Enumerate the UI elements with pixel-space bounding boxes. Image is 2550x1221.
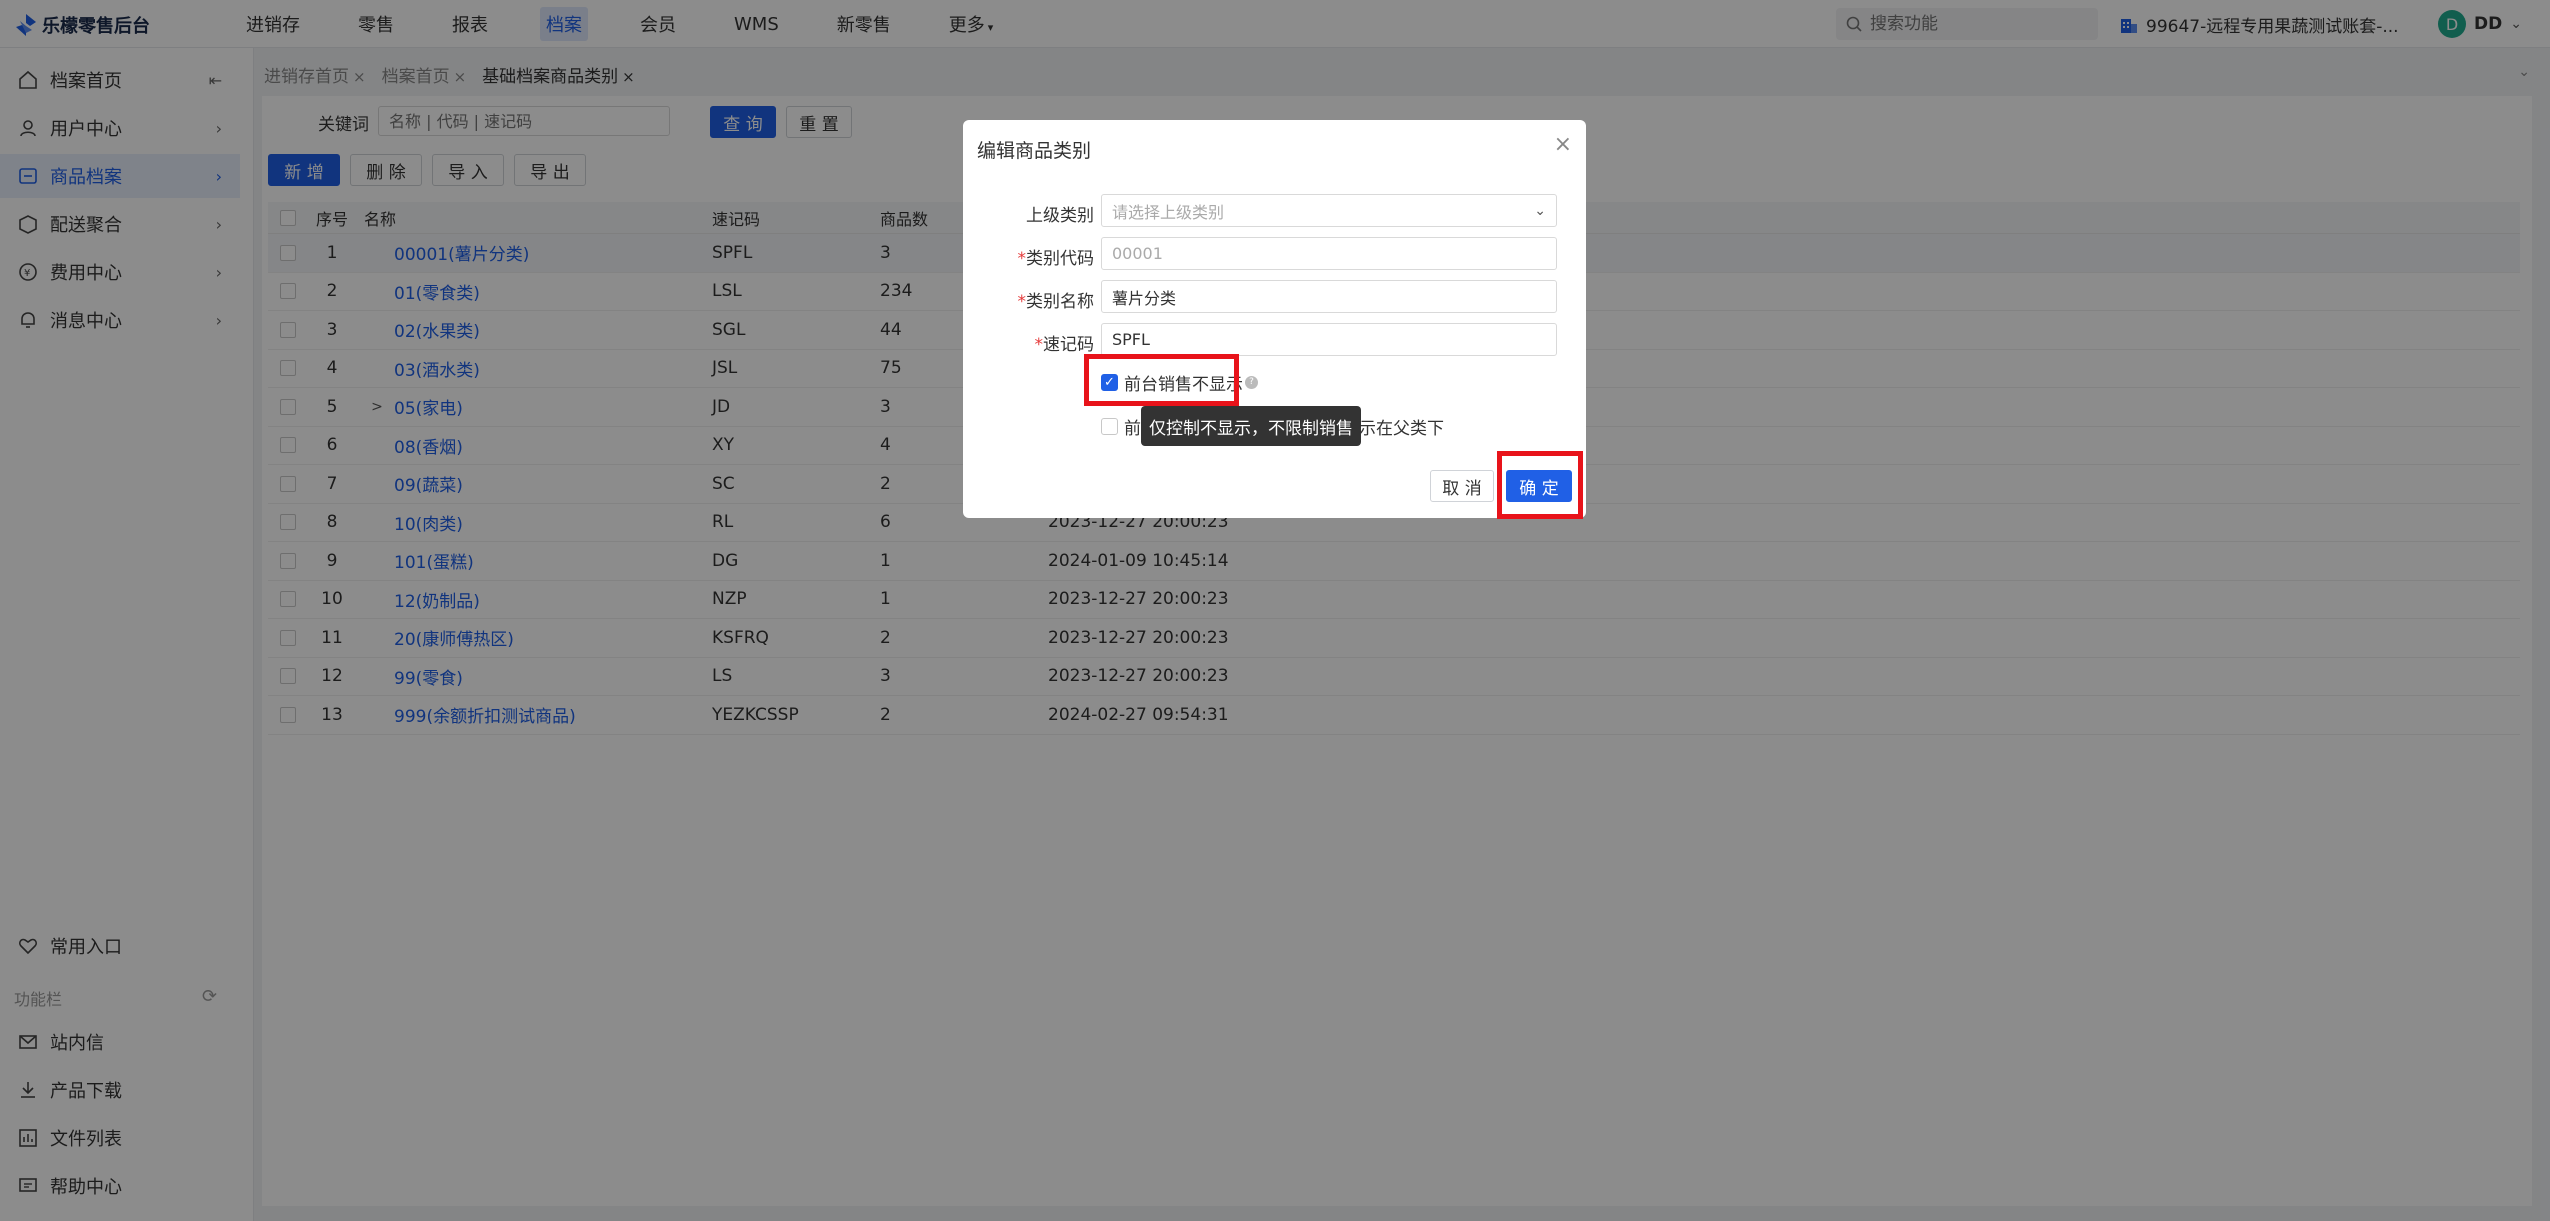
parent-category-placeholder: 请选择上级类别 xyxy=(1112,202,1225,222)
required-mark: * xyxy=(1017,292,1027,312)
shortcode-label-text: 速记码 xyxy=(1043,335,1094,355)
parent-category-label: 上级类别 xyxy=(1026,206,1094,226)
parent-category-select[interactable]: 请选择上级类别 ⌄ xyxy=(1101,194,1557,227)
close-icon[interactable]: × xyxy=(1554,132,1572,157)
parent-category-row: 上级类别 请选择上级类别 ⌄ xyxy=(963,194,1586,228)
chevron-down-icon: ⌄ xyxy=(1534,202,1546,219)
highlight-box-checkbox xyxy=(1084,354,1239,406)
show-under-parent-checkbox[interactable] xyxy=(1101,417,1118,435)
shortcode-row: *速记码 SPFL xyxy=(963,323,1586,357)
tooltip: 仅控制不显示，不限制销售 xyxy=(1141,406,1361,446)
category-code-label: *类别代码 xyxy=(1018,244,1095,269)
required-mark: * xyxy=(1017,249,1027,269)
show-under-parent-label-suffix: 示在父类下 xyxy=(1359,418,1444,439)
category-code-row: *类别代码 00001 xyxy=(963,237,1586,271)
dialog-title: 编辑商品类别 xyxy=(977,140,1092,162)
show-under-parent-label-prefix: 前 xyxy=(1124,418,1141,439)
cancel-button[interactable]: 取 消 xyxy=(1430,470,1494,502)
category-name-label: *类别名称 xyxy=(1018,287,1095,312)
edit-category-dialog: 编辑商品类别 × 上级类别 请选择上级类别 ⌄ *类别代码 00001 *类别名… xyxy=(963,120,1586,519)
highlight-box-confirm xyxy=(1497,451,1583,519)
shortcode-label: *速记码 xyxy=(1035,330,1095,355)
category-name-label-text: 类别名称 xyxy=(1026,292,1094,312)
category-code-label-text: 类别代码 xyxy=(1026,249,1094,269)
category-code-field[interactable]: 00001 xyxy=(1101,237,1557,270)
category-name-row: *类别名称 薯片分类 xyxy=(963,280,1586,314)
category-name-field[interactable]: 薯片分类 xyxy=(1101,280,1557,313)
shortcode-field[interactable]: SPFL xyxy=(1101,323,1557,356)
required-mark: * xyxy=(1034,335,1044,355)
info-icon[interactable]: ? xyxy=(1245,375,1258,389)
